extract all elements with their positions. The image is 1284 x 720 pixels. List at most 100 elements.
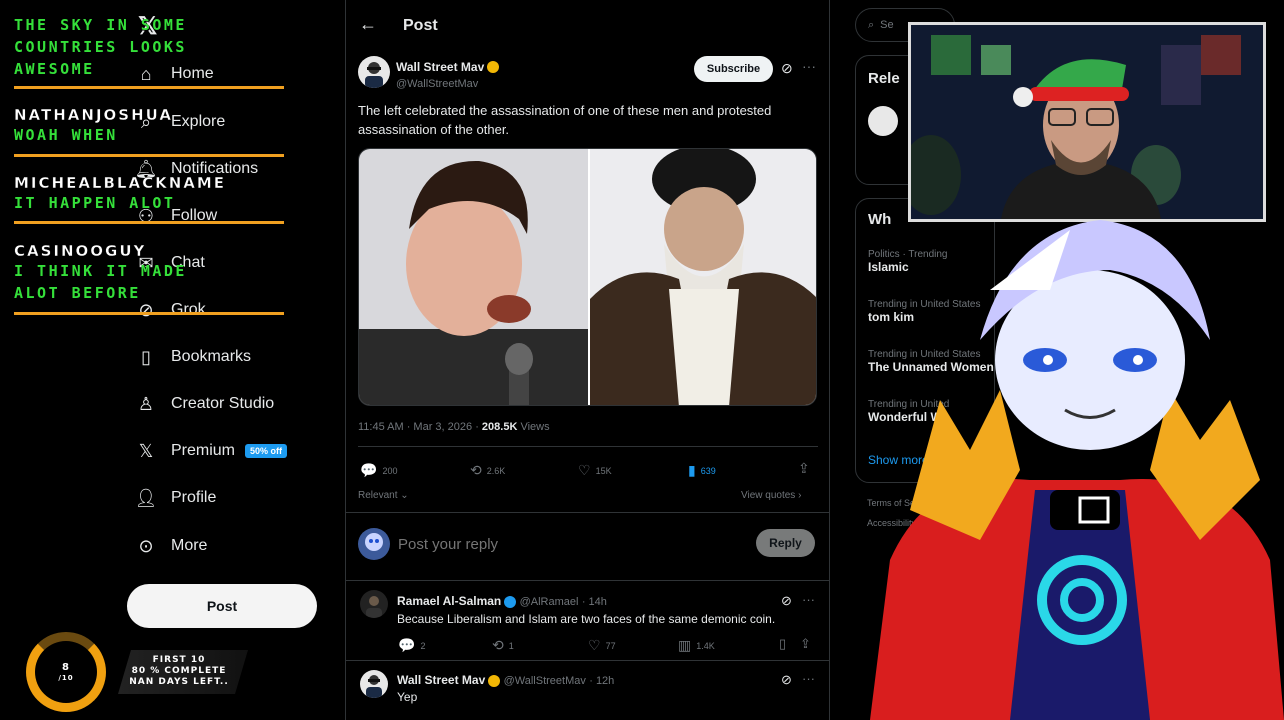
views-label: Views <box>520 421 550 433</box>
bookmark-filled-icon: ▮ <box>688 462 696 478</box>
reply-count: 200 <box>382 465 398 476</box>
view-quotes-label: View quotes <box>741 490 796 501</box>
repost-action[interactable]: ⟲ 2.6K <box>470 462 505 479</box>
divider <box>358 446 818 447</box>
chat-separator <box>14 86 284 89</box>
tweet-meta: 11:45 AM · Mar 3, 2026 · 208.5K Views <box>358 421 550 433</box>
progress-line: FIRST 10 <box>152 655 206 665</box>
share-icon[interactable]: ⇪ <box>798 460 810 477</box>
repost-count: 2.6K <box>486 465 506 476</box>
reply-count: 2 <box>420 640 426 651</box>
chat-message: CASINOOGUY I THINK IT MADE ALOT BEFORE <box>14 242 284 304</box>
more-circle-icon: ⊙ <box>138 535 154 556</box>
chat-text: THE SKY IN SOME <box>14 16 187 34</box>
ring-total: /10 <box>58 674 74 682</box>
like-count: 77 <box>605 640 616 651</box>
reply-action[interactable]: 💬 200 <box>360 462 397 479</box>
reply-text: Yep <box>397 690 418 704</box>
chat-separator <box>14 154 284 157</box>
bookmark-icon: ▯ <box>141 346 151 367</box>
nav-label: Profile <box>171 489 217 506</box>
sort-label: Relevant <box>358 490 398 501</box>
nav-item-profile[interactable]: 👤︎ Profile <box>135 487 217 509</box>
chat-message: MICHEALBLACKNAME IT HAPPEN ALOT <box>14 174 284 214</box>
reply-action[interactable]: 💬 2 <box>398 637 425 654</box>
nav-label: Bookmarks <box>171 348 252 365</box>
my-avatar[interactable] <box>358 528 390 560</box>
search-placeholder: Se <box>880 19 894 31</box>
tweet-timestamp[interactable]: 11:45 AM · Mar 3, 2026 · <box>358 421 479 433</box>
view-count: 1.4K <box>696 640 715 651</box>
search-icon: ⌕ <box>868 18 875 31</box>
views-action[interactable]: ▥ 1.4K <box>678 637 715 654</box>
reply-author-avatar[interactable] <box>360 590 388 618</box>
grok-icon[interactable]: ⊘ <box>781 672 792 688</box>
page-title: Post <box>403 17 438 34</box>
nav-label: Premium <box>171 442 236 459</box>
repost-action[interactable]: ⟲ 1 <box>492 637 514 654</box>
like-action[interactable]: ♡ 15K <box>578 462 612 479</box>
grok-icon[interactable]: ⊘ <box>781 593 792 609</box>
grok-icon[interactable]: ⊘ <box>781 60 793 77</box>
nav-item-creator-studio[interactable]: ♙ Creator Studio <box>135 393 274 415</box>
chat-text: I THINK IT MADE <box>14 262 187 280</box>
tweet-image[interactable] <box>358 148 817 406</box>
more-options-icon[interactable]: ··· <box>802 671 815 686</box>
bookmark-count: 639 <box>700 465 716 476</box>
share-icon[interactable]: ⇪ <box>800 636 811 652</box>
repost-icon: ⟲ <box>470 462 482 478</box>
x-logo-icon: 𝕏 <box>138 440 154 461</box>
more-options-icon[interactable]: ··· <box>802 58 816 74</box>
author-avatar[interactable] <box>358 56 390 88</box>
reply-button[interactable]: Reply <box>756 529 815 557</box>
progress-line: 80 % COMPLETE <box>131 666 227 676</box>
chat-message: THE SKY IN SOME COUNTRIES LOOKS AWESOME <box>14 14 284 80</box>
view-quotes-link[interactable]: View quotes › <box>741 490 801 501</box>
bookmark-action[interactable]: ▮ 639 <box>688 462 716 479</box>
subscribe-button[interactable]: Subscribe <box>694 56 773 82</box>
post-header: ← Post <box>345 0 830 52</box>
nav-label: Creator Studio <box>171 395 275 412</box>
back-arrow-icon[interactable]: ← <box>359 14 377 35</box>
reply-author-avatar[interactable] <box>360 670 388 698</box>
nav-label: More <box>171 537 208 554</box>
chat-message: NATHANJOSHUA WOAH WHEN <box>14 106 284 146</box>
author-block: Wall Street Mav @WallStreetMav <box>396 58 500 90</box>
chat-text: AWESOME <box>14 60 95 78</box>
reply-author-name[interactable]: Ramael Al-Salman <box>397 594 501 608</box>
bookmark-icon[interactable]: ▯ <box>779 636 786 652</box>
more-options-icon[interactable]: ··· <box>802 592 815 607</box>
reply-header: Ramael Al-Salman @AlRamael · 14h <box>397 594 607 608</box>
nav-item-bookmarks[interactable]: ▯ Bookmarks <box>135 346 251 368</box>
chat-separator <box>14 221 284 224</box>
verified-badge-icon <box>487 60 500 73</box>
nav-item-premium[interactable]: 𝕏 Premium 50% off <box>135 440 288 462</box>
heart-icon: ♡ <box>588 637 601 653</box>
reply-text: Because Liberalism and Islam are two fac… <box>397 612 776 626</box>
heart-icon: ♡ <box>578 462 591 478</box>
reply-author-handle[interactable]: @WallStreetMav <box>504 675 586 687</box>
vtuber-avatar <box>870 220 1284 720</box>
card-title: Rele <box>868 70 900 87</box>
author-handle[interactable]: @WallStreetMav <box>396 78 499 90</box>
view-count: 208.5K <box>481 421 518 433</box>
tweet-text: The left celebrated the assassination of… <box>358 103 772 137</box>
author-name[interactable]: Wall Street Mav <box>396 60 484 74</box>
nav-item-more[interactable]: ⊙ More <box>135 535 207 557</box>
reply-input[interactable] <box>398 533 738 555</box>
post-button[interactable]: Post <box>127 584 317 628</box>
reply-icon: 💬 <box>360 462 378 478</box>
relevant-avatar[interactable] <box>868 106 898 136</box>
reply-author-handle[interactable]: @AlRamael <box>520 596 579 608</box>
divider <box>345 580 830 581</box>
reply-time: · 12h <box>589 675 615 687</box>
progress-ring-label: 8 /10 <box>46 662 86 684</box>
chat-text: ALOT BEFORE <box>14 284 141 302</box>
divider <box>345 512 830 513</box>
sort-dropdown[interactable]: Relevant ⌄ <box>358 490 409 501</box>
reply-header: Wall Street Mav @WallStreetMav · 12h <box>397 673 614 687</box>
chat-text: COUNTRIES LOOKS <box>14 38 187 56</box>
reply-author-name[interactable]: Wall Street Mav <box>397 673 485 687</box>
like-action[interactable]: ♡ 77 <box>588 637 616 654</box>
verified-badge-icon <box>488 674 501 687</box>
